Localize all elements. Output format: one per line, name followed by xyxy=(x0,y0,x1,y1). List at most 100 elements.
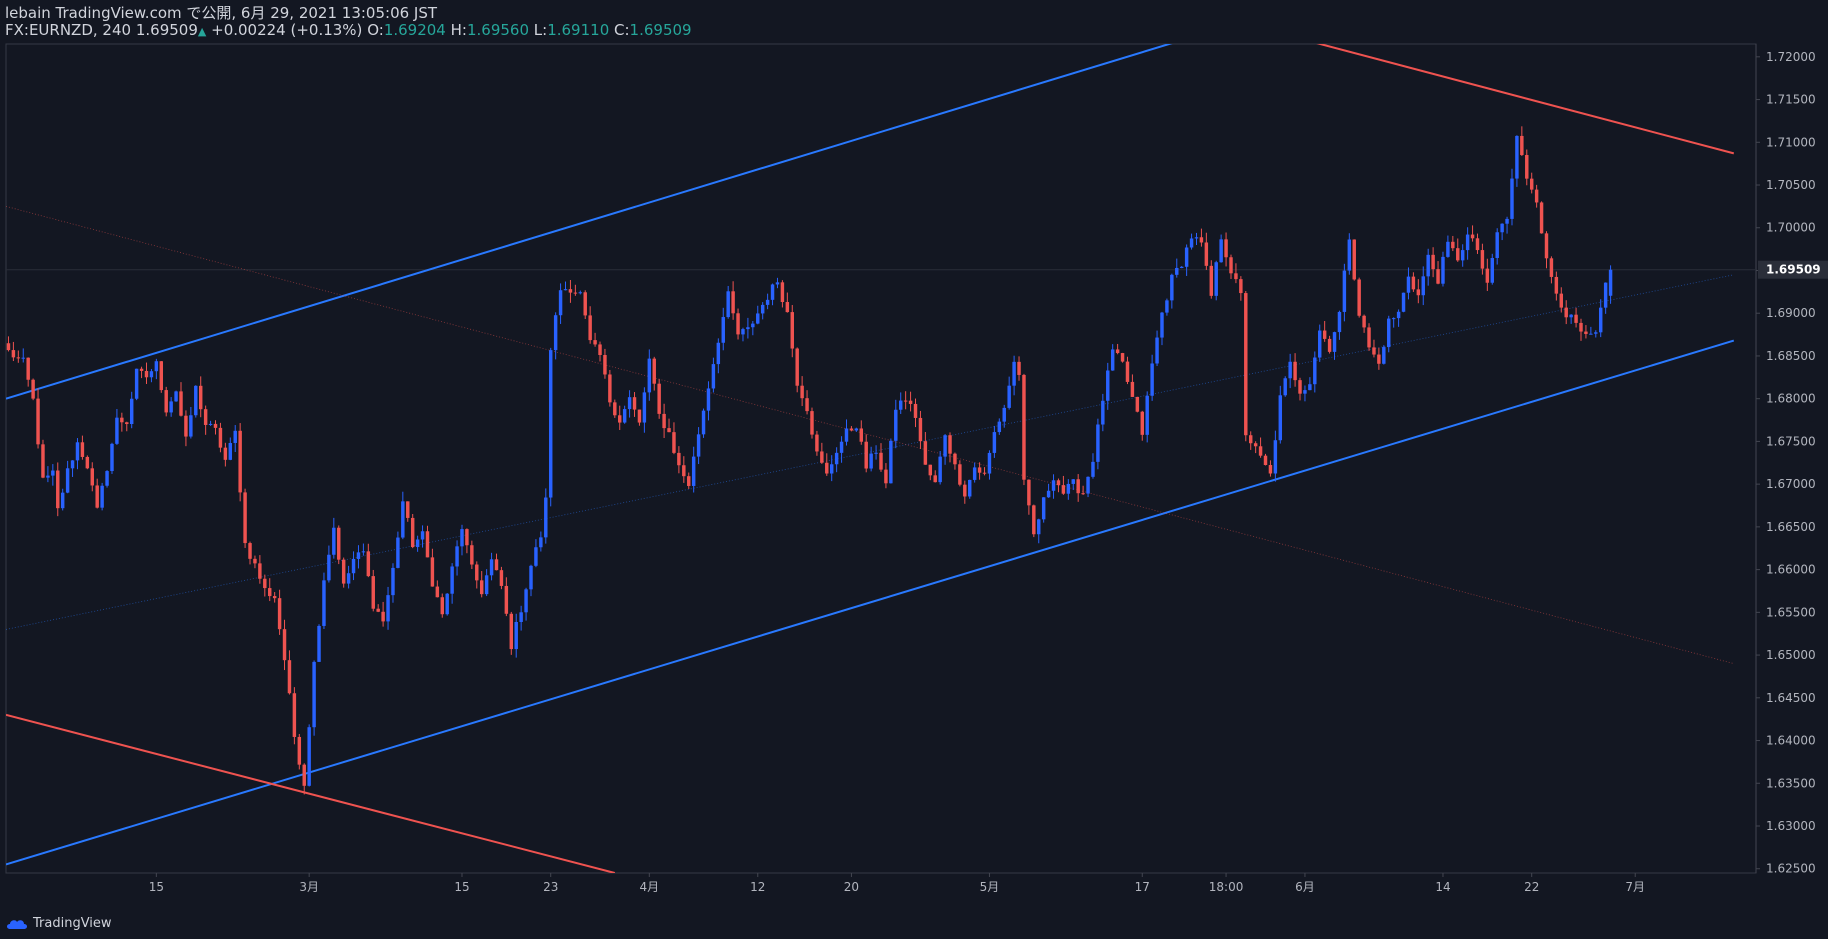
candle-body xyxy=(682,465,686,477)
price-chart[interactable]: 1.72000 1.71500 1.71000 1.70500 1.70000 1.695… xyxy=(0,0,1828,939)
candle-body xyxy=(154,361,159,372)
candle-body xyxy=(839,441,844,453)
candle-body xyxy=(563,289,568,291)
candle-body xyxy=(371,576,375,609)
candle-body xyxy=(1589,333,1593,335)
y-tick-label: 1.64500 xyxy=(1766,691,1816,705)
candle-body xyxy=(746,327,750,330)
candle-body xyxy=(1342,270,1347,312)
candle-body xyxy=(1037,519,1041,535)
candle-body xyxy=(918,417,923,442)
candle-body xyxy=(499,570,504,586)
candle-body xyxy=(504,585,509,614)
candle-body xyxy=(1027,479,1031,506)
candle-body xyxy=(1061,485,1066,494)
candle-body xyxy=(272,596,277,599)
candle-body xyxy=(1421,276,1425,296)
candle-body xyxy=(1209,265,1214,296)
y-tick-label: 1.71000 xyxy=(1766,135,1816,149)
candle-body xyxy=(731,291,735,314)
candle-body xyxy=(1017,361,1021,375)
candle-body xyxy=(376,608,380,612)
candle-body xyxy=(1106,370,1110,401)
candle-body xyxy=(1391,318,1396,320)
candle-body xyxy=(1382,347,1386,364)
candle-body xyxy=(1066,483,1071,494)
candle-body xyxy=(943,435,947,457)
candle-body xyxy=(622,409,627,423)
candle-body xyxy=(1170,274,1174,301)
y-tick-label: 1.67500 xyxy=(1766,434,1816,448)
candle-body xyxy=(1303,390,1307,394)
candle-body xyxy=(243,492,247,544)
candle-body xyxy=(1569,314,1573,318)
candle-body xyxy=(1229,257,1233,274)
candle-body xyxy=(489,559,494,576)
candle-body xyxy=(672,432,676,453)
candle-body xyxy=(1214,262,1218,296)
candle-body xyxy=(410,517,415,548)
y-tick-label: 1.68500 xyxy=(1766,349,1816,363)
candle-body xyxy=(322,580,326,626)
candle-body xyxy=(1579,322,1583,332)
candle-body xyxy=(879,452,883,470)
candle-body xyxy=(1534,189,1539,203)
candle-body xyxy=(1525,155,1529,179)
footer-brand[interactable]: TradingView xyxy=(6,916,112,931)
candle-body xyxy=(968,479,972,497)
candle-body xyxy=(218,427,223,448)
candle-body xyxy=(1032,505,1036,535)
candle-body xyxy=(642,392,647,423)
candle-body xyxy=(933,475,937,483)
candle-body xyxy=(258,563,262,579)
candle-body xyxy=(1081,493,1085,495)
candle-body xyxy=(470,545,474,565)
brand-label: TradingView xyxy=(33,916,112,931)
candle-body xyxy=(406,501,410,518)
candle-body xyxy=(1327,338,1332,352)
x-tick-label: 17 xyxy=(1135,880,1150,894)
y-tick-label: 1.66500 xyxy=(1766,520,1816,534)
candle-body xyxy=(864,441,868,469)
chart-stage: lebain TradingView.com で公開, 6月 29, 2021 … xyxy=(0,0,1828,939)
candle-body xyxy=(1120,353,1125,362)
candle-body xyxy=(31,379,35,399)
y-tick-label: 1.63000 xyxy=(1766,819,1816,833)
candle-body xyxy=(1520,135,1524,156)
candle-body xyxy=(613,402,617,416)
candle-body xyxy=(1288,361,1292,379)
candle-body xyxy=(1125,361,1130,382)
last-price-label: 1.69509 xyxy=(1766,263,1821,277)
candle-body xyxy=(736,313,740,335)
x-tick-label: 20 xyxy=(844,880,859,894)
candle-body xyxy=(1347,239,1352,271)
candle-body xyxy=(263,578,267,589)
candle-body xyxy=(711,364,716,389)
trendline-lower-blue xyxy=(6,339,1735,866)
candle-body xyxy=(1411,276,1416,290)
candle-body xyxy=(1485,268,1490,283)
candle-body xyxy=(1253,443,1258,447)
candle-body xyxy=(1441,256,1445,284)
candle-body xyxy=(1470,234,1475,239)
candle-body xyxy=(1549,258,1554,277)
candle-body xyxy=(415,539,420,548)
candle-body xyxy=(874,452,878,454)
candle-body xyxy=(1451,241,1455,249)
candle-body xyxy=(1401,292,1406,312)
candle-body xyxy=(1234,273,1238,280)
candle-body xyxy=(529,565,533,590)
candle-body xyxy=(223,447,228,460)
candle-body xyxy=(1416,289,1421,296)
candle-body xyxy=(844,428,849,442)
candle-body xyxy=(583,292,587,316)
candle-body xyxy=(208,423,213,425)
candle-body xyxy=(1308,384,1312,391)
candle-body xyxy=(56,470,60,509)
candle-body xyxy=(391,567,395,596)
candle-body xyxy=(228,442,233,460)
candle-body xyxy=(1500,223,1504,233)
candle-body xyxy=(80,442,85,457)
candle-body xyxy=(701,410,706,435)
y-tick-label: 1.67000 xyxy=(1766,477,1816,491)
